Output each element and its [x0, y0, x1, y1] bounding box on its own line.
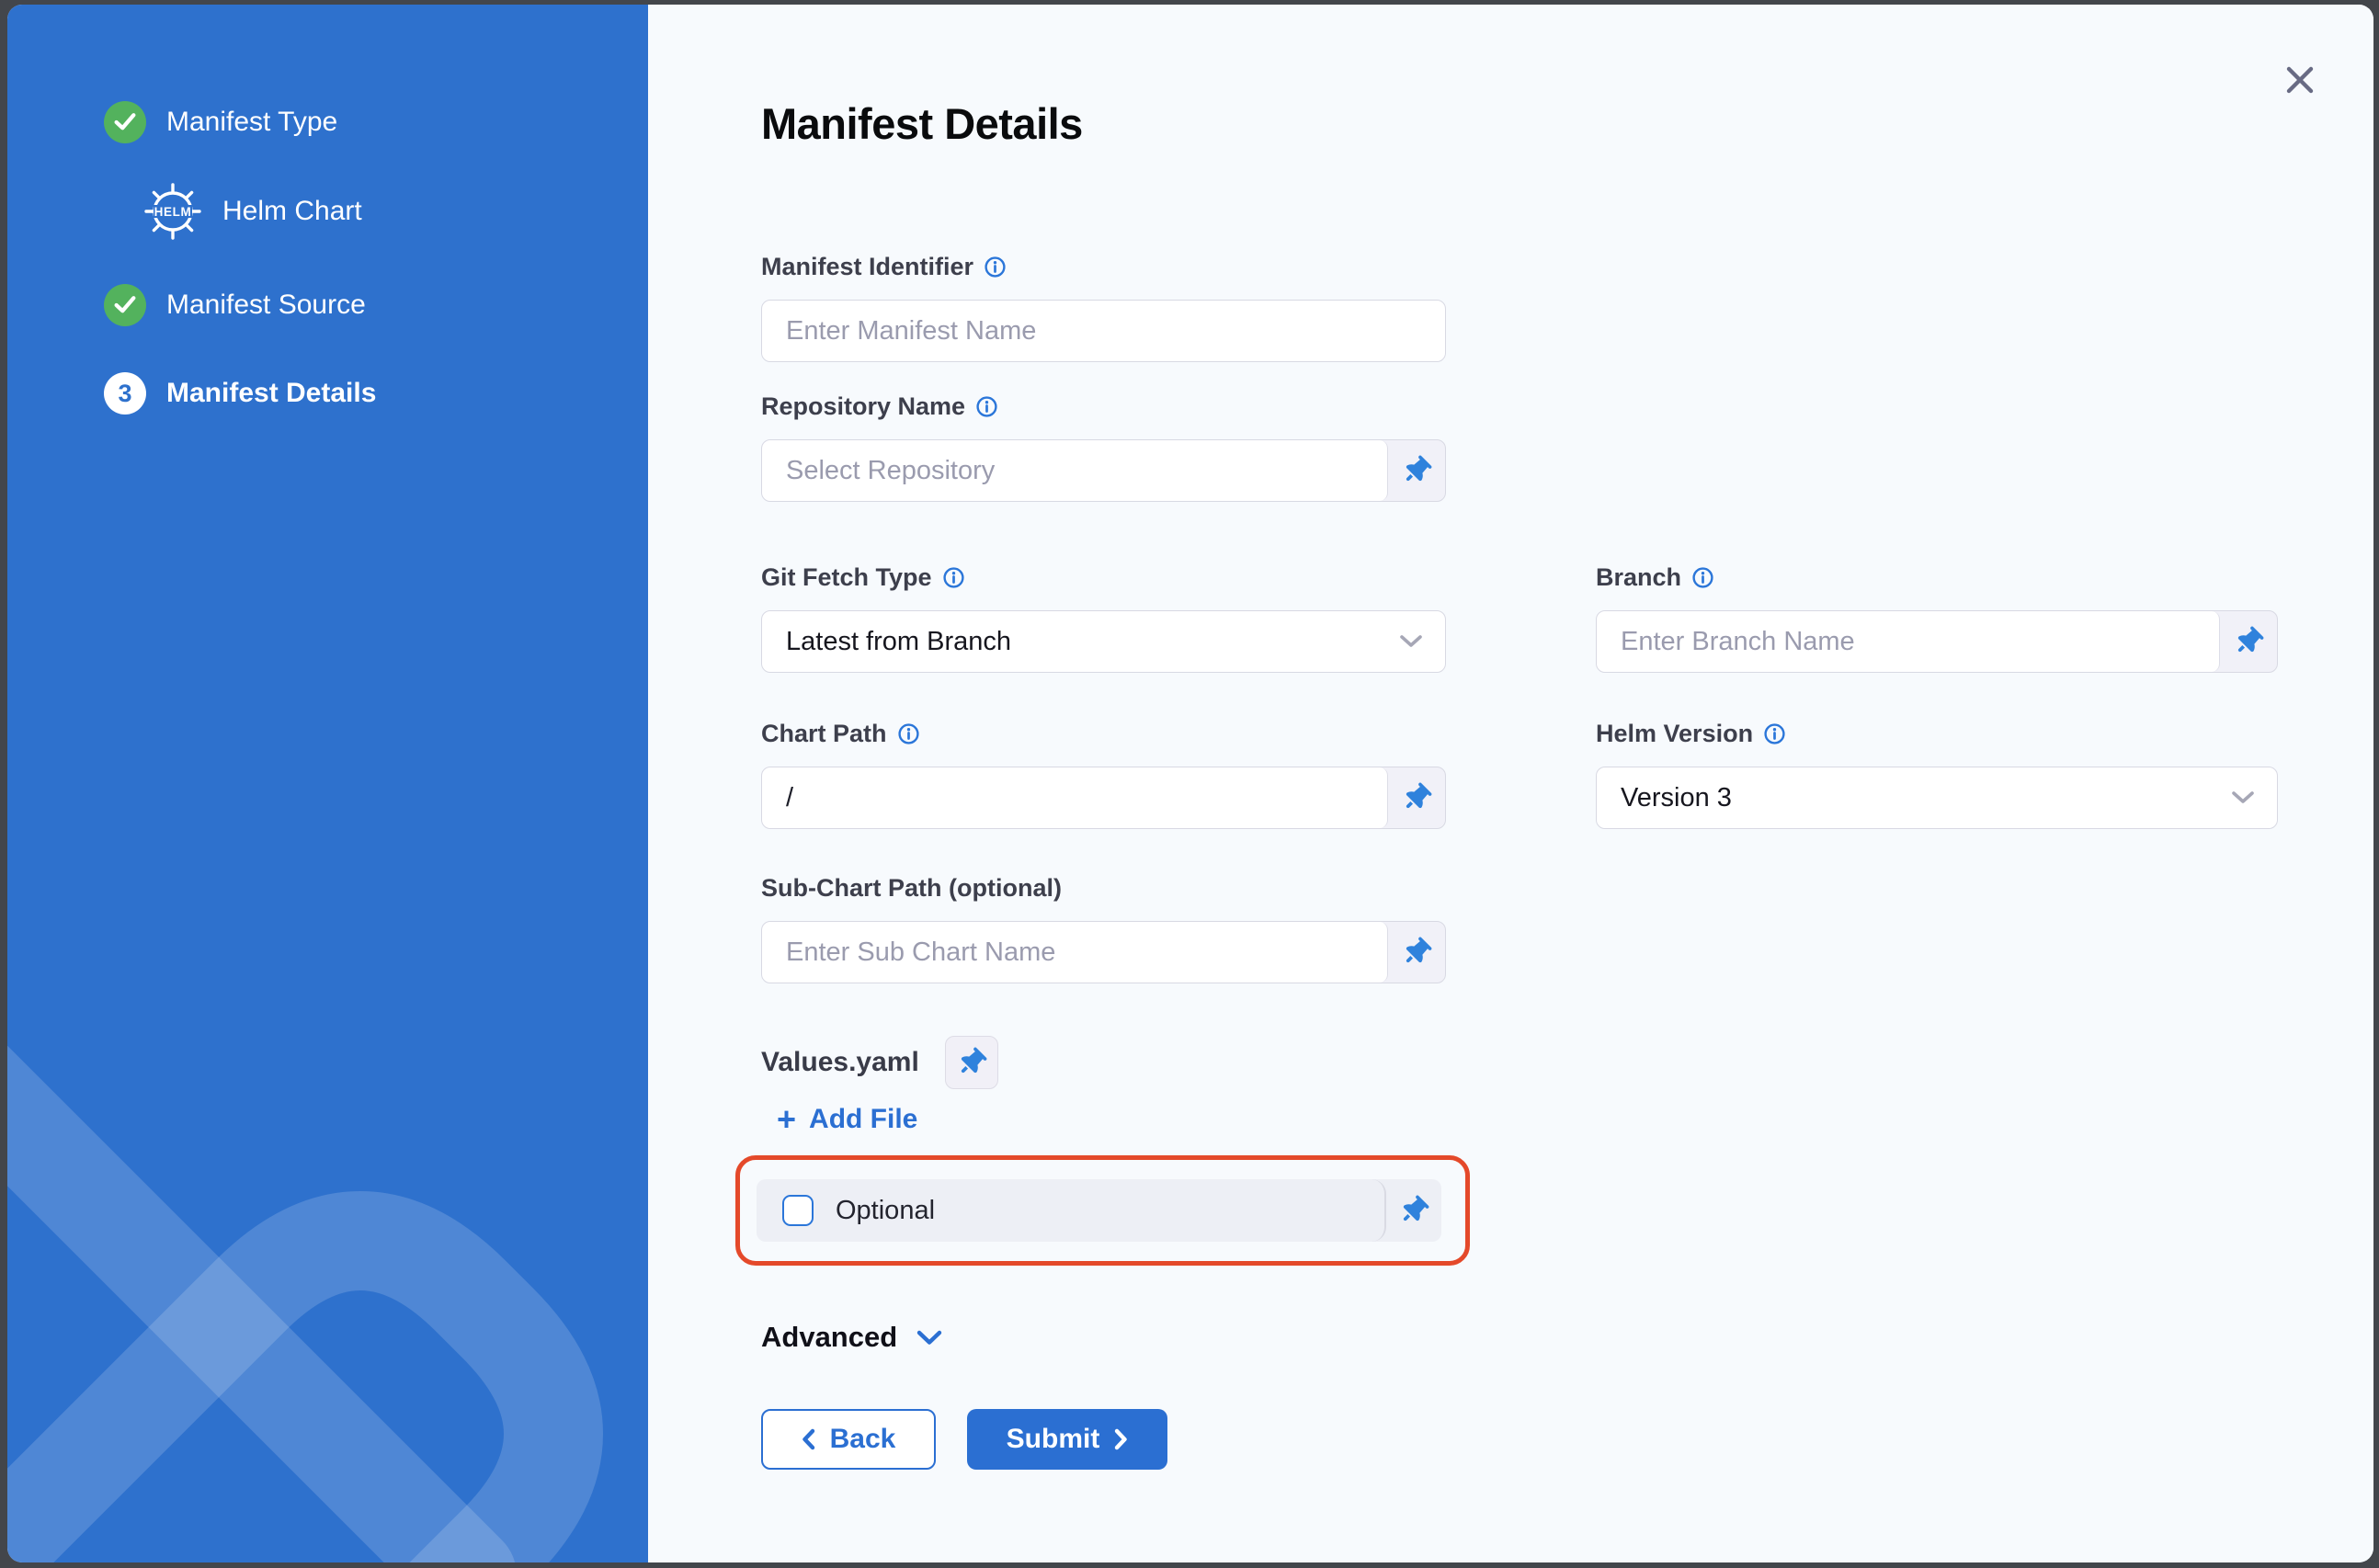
repository-name-label: Repository Name [761, 392, 965, 421]
step-label: Helm Chart [222, 196, 362, 227]
sidebar-step-helm-chart[interactable]: HELM Helm Chart [143, 182, 362, 241]
sidebar-step-manifest-details[interactable]: 3 Manifest Details [104, 372, 376, 415]
chevron-down-icon [2231, 790, 2255, 805]
optional-field: Optional [757, 1179, 1386, 1242]
close-button[interactable] [2282, 62, 2318, 98]
close-icon [2284, 64, 2316, 96]
chevron-right-icon [1114, 1428, 1128, 1450]
add-file-button[interactable]: + Add File [777, 1104, 917, 1135]
git-fetch-type-value: Latest from Branch [786, 627, 1011, 657]
repository-name-input[interactable] [762, 440, 1388, 501]
helm-version-select[interactable]: Version 3 [1596, 767, 2278, 829]
git-fetch-type-select[interactable]: Latest from Branch [761, 610, 1446, 673]
plus-icon: + [777, 1106, 796, 1133]
back-label: Back [830, 1424, 896, 1455]
info-icon[interactable] [984, 256, 1007, 278]
check-icon [104, 101, 146, 143]
git-fetch-type-label: Git Fetch Type [761, 563, 932, 592]
runtime-input-pin-button[interactable] [1388, 440, 1445, 501]
helm-icon: HELM [143, 182, 202, 241]
annotation-highlight: Optional [735, 1155, 1470, 1266]
harness-logo-watermark [7, 901, 648, 1562]
chart-path-input[interactable] [762, 767, 1388, 828]
step-label: Manifest Type [166, 107, 337, 138]
pin-icon [1397, 778, 1435, 816]
optional-checkbox[interactable] [782, 1195, 814, 1226]
info-icon[interactable] [897, 722, 920, 745]
check-icon [104, 284, 146, 326]
svg-text:HELM: HELM [154, 205, 192, 219]
optional-label: Optional [836, 1196, 935, 1226]
sub-chart-path-input[interactable] [762, 922, 1388, 983]
sidebar-step-manifest-source[interactable]: Manifest Source [104, 284, 366, 326]
manifest-details-panel: Manifest Details Manifest Identifier Rep… [648, 5, 2373, 1562]
chevron-left-icon [802, 1428, 815, 1450]
runtime-input-pin-button[interactable] [2220, 611, 2277, 672]
pin-icon [952, 1043, 990, 1081]
branch-input[interactable] [1597, 611, 2220, 672]
manifest-identifier-label: Manifest Identifier [761, 253, 973, 281]
chevron-down-icon [916, 1329, 943, 1346]
step-number-badge: 3 [104, 372, 146, 415]
advanced-toggle[interactable]: Advanced [761, 1321, 943, 1354]
helm-version-label: Helm Version [1596, 720, 1753, 748]
step-label: Manifest Source [166, 290, 366, 321]
branch-label: Branch [1596, 563, 1681, 592]
submit-button[interactable]: Submit [967, 1409, 1167, 1470]
advanced-label: Advanced [761, 1321, 897, 1354]
back-button[interactable]: Back [761, 1409, 936, 1470]
info-icon[interactable] [975, 395, 998, 418]
pin-icon [1397, 451, 1435, 489]
pin-icon [1397, 933, 1435, 971]
submit-label: Submit [1007, 1424, 1100, 1455]
helm-version-value: Version 3 [1621, 783, 1732, 813]
manifest-wizard-modal: Manifest Type [7, 5, 2373, 1562]
values-yaml-pin-button[interactable] [945, 1036, 998, 1089]
runtime-input-pin-button[interactable] [1388, 767, 1445, 828]
info-icon[interactable] [1763, 722, 1786, 745]
sidebar-step-manifest-type[interactable]: Manifest Type [104, 101, 337, 143]
page-title: Manifest Details [761, 98, 1083, 149]
runtime-input-pin-button[interactable] [1386, 1179, 1441, 1242]
values-yaml-label: Values.yaml [761, 1047, 919, 1078]
pin-icon [1394, 1191, 1432, 1229]
info-icon[interactable] [1691, 566, 1714, 589]
sub-chart-path-label: Sub-Chart Path (optional) [761, 874, 1062, 903]
chart-path-label: Chart Path [761, 720, 887, 748]
runtime-input-pin-button[interactable] [1388, 922, 1445, 983]
step-label: Manifest Details [166, 378, 376, 409]
add-file-label: Add File [809, 1104, 917, 1135]
manifest-identifier-input[interactable] [761, 300, 1446, 362]
chevron-down-icon [1399, 634, 1423, 649]
values-file-optional-row: Optional [757, 1179, 1441, 1242]
info-icon[interactable] [942, 566, 965, 589]
pin-icon [2229, 622, 2267, 660]
wizard-sidebar: Manifest Type [7, 5, 648, 1562]
